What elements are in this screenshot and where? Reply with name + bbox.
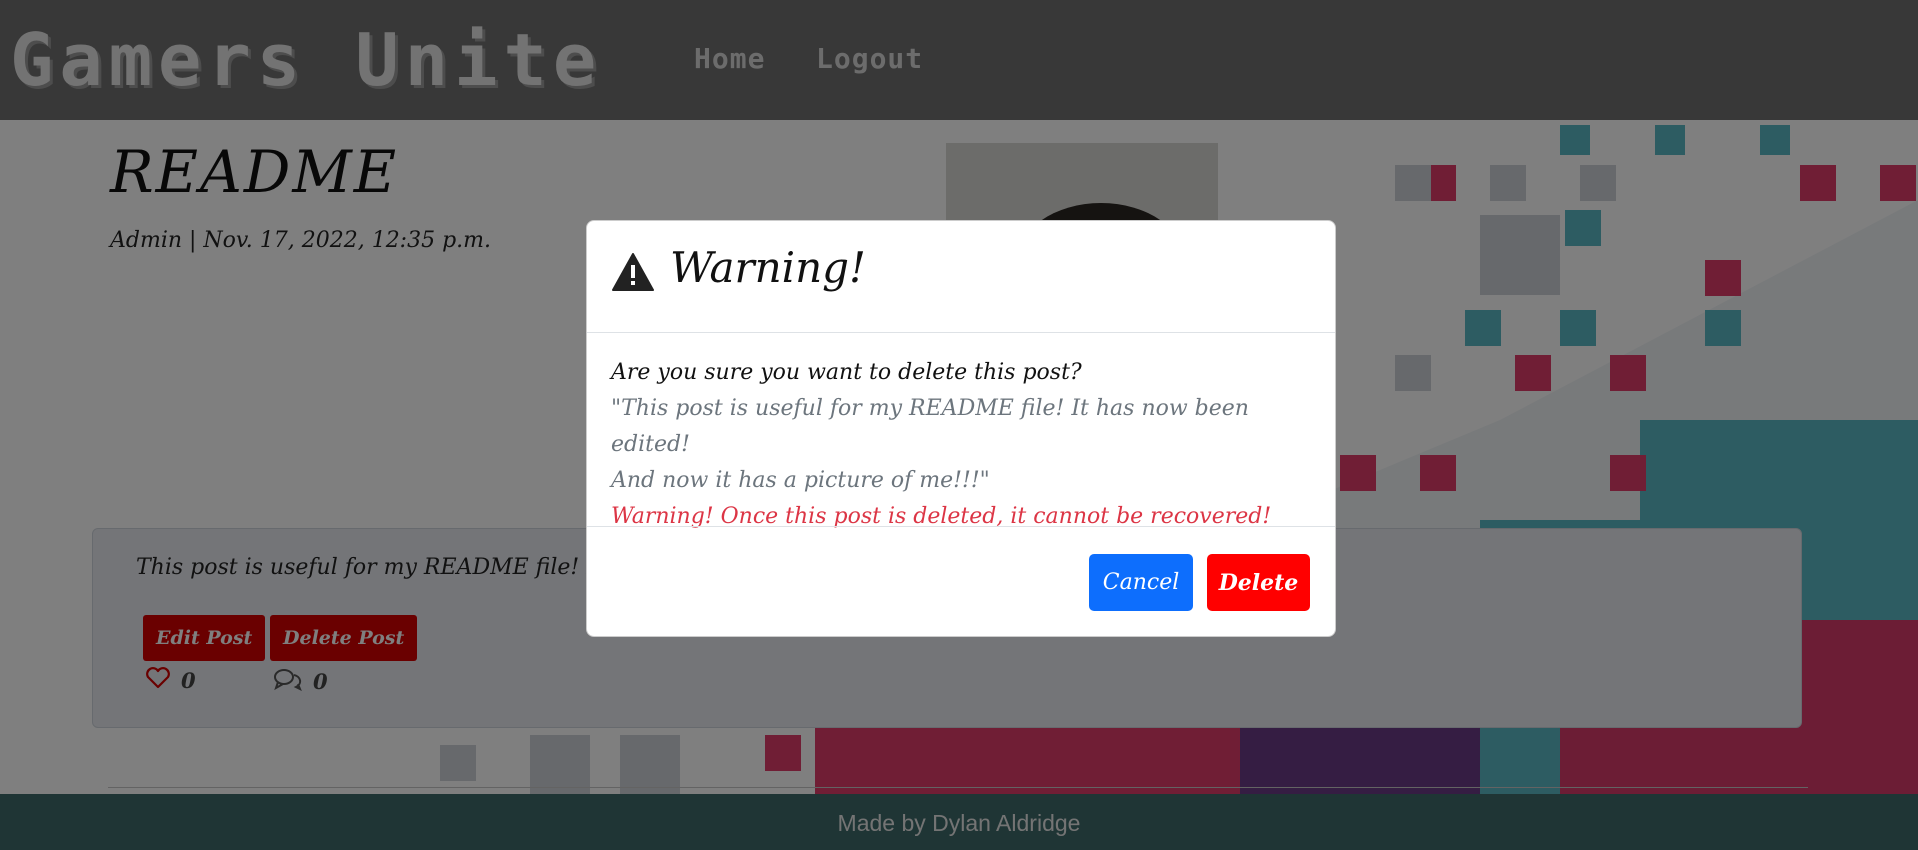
warning-triangle-icon (611, 252, 655, 292)
confirm-question: Are you sure you want to delete this pos… (611, 360, 1082, 385)
modal-header: Warning! (587, 221, 1335, 333)
modal-body: Are you sure you want to delete this pos… (611, 355, 1311, 535)
post-quote-line-1: "This post is useful for my README file!… (611, 396, 1249, 457)
modal-title: Warning! (670, 243, 866, 292)
cancel-button[interactable]: Cancel (1089, 554, 1193, 611)
modal-footer: Cancel Delete (587, 526, 1335, 637)
confirm-delete-button[interactable]: Delete (1207, 554, 1310, 611)
post-quote-line-2: And now it has a picture of me!!!" (611, 468, 990, 493)
delete-confirm-modal: Warning! Are you sure you want to delete… (586, 220, 1336, 637)
